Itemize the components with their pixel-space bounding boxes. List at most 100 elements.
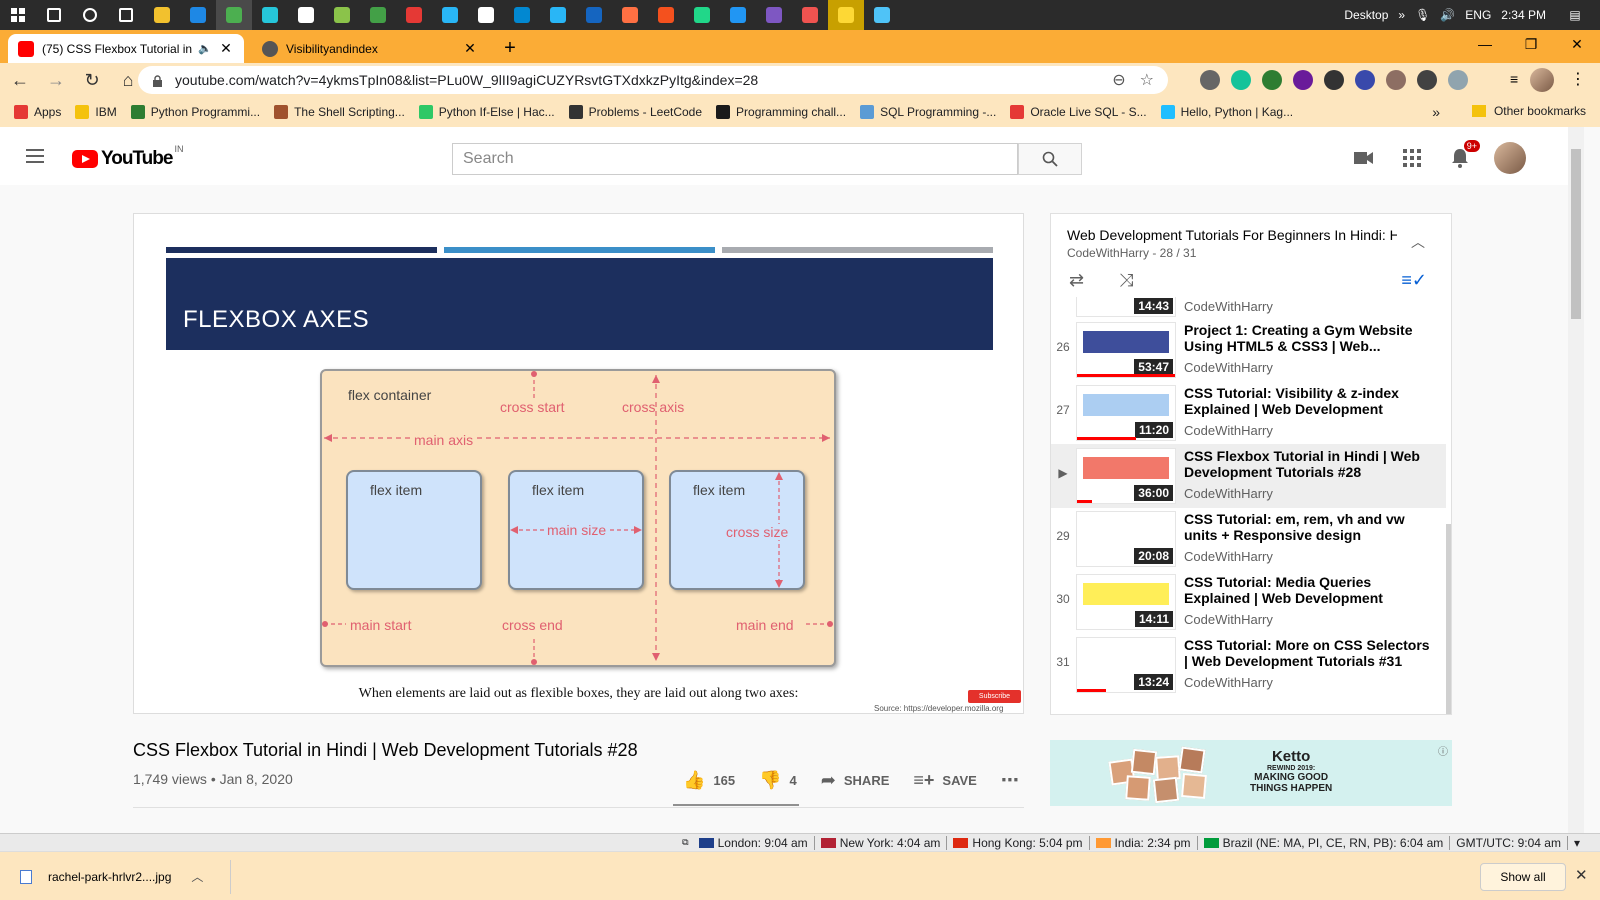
bookmark-item[interactable]: Problems - LeetCode <box>568 105 702 119</box>
chevron-up-icon[interactable]: ︿ <box>191 868 203 885</box>
volume-icon[interactable]: 🔊 <box>1440 8 1455 22</box>
youtube-logo[interactable]: YouTube IN <box>72 144 183 170</box>
video-player[interactable]: FLEXBOX AXES flex container cross start … <box>133 213 1024 714</box>
app-icon[interactable] <box>540 0 576 30</box>
task-view-icon[interactable] <box>108 0 144 30</box>
app-icon[interactable] <box>468 0 504 30</box>
file-explorer-icon[interactable] <box>144 0 180 30</box>
bookmark-item[interactable]: Programming chall... <box>716 105 846 119</box>
playlist-video-title[interactable]: CSS Tutorial: Visibility & z-index Expla… <box>1184 385 1430 417</box>
search-icon[interactable] <box>36 0 72 30</box>
share-button[interactable]: ➦ SHARE <box>821 770 890 791</box>
channel-name[interactable]: CodeWithHarry <box>1184 486 1273 501</box>
incognito-icon[interactable]: ⊖ <box>1112 70 1125 90</box>
channel-name[interactable]: CodeWithHarry <box>1184 612 1273 627</box>
grip-icon[interactable]: ⧉ <box>682 837 688 848</box>
profile-avatar[interactable] <box>1530 68 1554 92</box>
channel-name[interactable]: CodeWithHarry <box>1184 423 1273 438</box>
bookmark-item[interactable]: The Shell Scripting... <box>274 105 405 119</box>
firefox-icon[interactable] <box>612 0 648 30</box>
apps-grid-icon[interactable] <box>1400 146 1424 170</box>
playlist-video-title[interactable]: Project 1: Creating a Gym Website Using … <box>1184 322 1430 354</box>
lock-icon[interactable] <box>152 74 163 87</box>
tab-visibility[interactable]: Visibilityandindex ✕ <box>252 34 488 63</box>
chevron-up-icon[interactable]: ︿ <box>1411 232 1425 252</box>
playlist-title[interactable]: Web Development Tutorials For Beginners … <box>1067 227 1397 243</box>
advertisement[interactable]: Ketto REWIND 2019: MAKING GOOD THINGS HA… <box>1050 740 1452 806</box>
ad-info-icon[interactable]: ⓘ <box>1438 743 1448 758</box>
desktop-label[interactable]: Desktop <box>1344 8 1388 22</box>
sticky-notes-icon[interactable] <box>828 0 864 30</box>
scrollbar-thumb[interactable] <box>1571 149 1581 319</box>
tab-youtube[interactable]: (75) CSS Flexbox Tutorial in Hindi | Web… <box>8 34 244 63</box>
channel-name[interactable]: CodeWithHarry <box>1184 360 1273 375</box>
search-input[interactable]: Search <box>452 143 1018 175</box>
bookmark-item[interactable]: Apps <box>14 105 61 119</box>
channel-name[interactable]: CodeWithHarry <box>1184 675 1273 690</box>
loop-icon[interactable]: ⇄ <box>1069 270 1084 291</box>
chevron-icon[interactable]: » <box>1398 8 1405 22</box>
forward-icon[interactable]: → <box>40 64 72 96</box>
media-control-icon[interactable]: ≡ <box>1510 71 1518 87</box>
pycharm-icon[interactable] <box>684 0 720 30</box>
playlist-item-current[interactable]: ▶ 36:00 CSS Flexbox Tutorial in Hindi | We… <box>1051 444 1446 508</box>
app-icon[interactable] <box>864 0 900 30</box>
world-clock-item[interactable]: GMT/UTC: 9:04 am <box>1450 835 1568 850</box>
microphone-icon[interactable]: 🎙 <box>1415 8 1430 22</box>
more-bookmarks-icon[interactable]: » <box>1432 104 1440 120</box>
search-button[interactable] <box>1018 143 1082 175</box>
create-video-icon[interactable] <box>1352 146 1376 170</box>
cortana-icon[interactable] <box>72 0 108 30</box>
playlist-video-title[interactable]: CSS Tutorial: em, rem, vh and vw units +… <box>1184 511 1430 543</box>
address-bar[interactable]: youtube.com/watch?v=4ykmsTpIn08&list=PLu… <box>138 66 1168 94</box>
notes-icon[interactable] <box>324 0 360 30</box>
world-clock-item[interactable]: London: 9:04 am <box>693 835 815 850</box>
world-clock-item[interactable]: Hong Kong: 5:04 pm <box>947 835 1090 850</box>
bookmark-item[interactable]: Oracle Live SQL - S... <box>1010 105 1147 119</box>
other-bookmarks[interactable]: Other bookmarks <box>1471 104 1586 118</box>
clock[interactable]: 2:34 PM <box>1501 8 1546 22</box>
skype-icon[interactable] <box>432 0 468 30</box>
office-icon[interactable] <box>396 0 432 30</box>
back-icon[interactable]: ← <box>4 64 36 96</box>
download-icon[interactable] <box>1417 70 1437 90</box>
playlist-item[interactable]: 30 14:11 CSS Tutorial: Media Queries Expla… <box>1051 570 1446 634</box>
dislike-button[interactable]: 👎 4 <box>759 770 797 791</box>
menu-icon[interactable]: ⋮ <box>1570 69 1586 89</box>
playlist-item[interactable]: 27 11:20 CSS Tutorial: Visibility & z-inde… <box>1051 381 1446 445</box>
bookmark-star-icon[interactable]: ☆ <box>1140 70 1154 90</box>
dropdown-icon[interactable]: ▾ <box>1574 836 1580 850</box>
ext-icon[interactable] <box>1262 70 1282 90</box>
more-actions-icon[interactable]: ⋯ <box>1001 770 1019 791</box>
ext-icon[interactable] <box>1324 70 1344 90</box>
close-icon[interactable]: ✕ <box>1575 866 1588 884</box>
git-icon[interactable] <box>648 0 684 30</box>
subscribe-watermark[interactable]: Subscribe <box>968 690 1021 703</box>
playlist-item[interactable]: 31 13:24 CSS Tutorial: More on CSS Selecto… <box>1051 633 1446 697</box>
bookmark-item[interactable]: IBM <box>75 105 117 119</box>
close-tab-icon[interactable]: ✕ <box>218 40 234 57</box>
grammarly-icon[interactable] <box>1231 70 1251 90</box>
url-text[interactable]: youtube.com/watch?v=4ykmsTpIn08&list=PLu… <box>175 72 1112 88</box>
playlist-video-title[interactable]: CSS Tutorial: Media Queries Explained | … <box>1184 574 1430 606</box>
shuffle-icon[interactable]: ⤨ <box>1119 270 1133 291</box>
app-icon[interactable] <box>504 0 540 30</box>
store-icon[interactable] <box>288 0 324 30</box>
ext-icon[interactable] <box>1355 70 1375 90</box>
playlist-scrollbar[interactable] <box>1446 524 1451 714</box>
ext-icon[interactable] <box>1386 70 1406 90</box>
save-playlist-icon[interactable]: ≡✓ <box>1401 270 1427 291</box>
start-button[interactable] <box>0 0 36 30</box>
playlist-video-title[interactable]: CSS Flexbox Tutorial in Hindi | Web Deve… <box>1184 448 1430 480</box>
download-item[interactable]: rachel-park-hrlvr2....jpg ︿ <box>20 868 203 885</box>
hamburger-menu-icon[interactable] <box>26 149 44 167</box>
playlist-item[interactable]: 29 20:08 CSS Tutorial: em, rem, vh and vw … <box>1051 507 1446 571</box>
reload-icon[interactable]: ↻ <box>76 64 108 96</box>
minimize-icon[interactable]: — <box>1462 30 1508 60</box>
ext-icon[interactable] <box>1293 70 1313 90</box>
bookmark-item[interactable]: Python Programmi... <box>130 105 260 119</box>
vscode-icon[interactable] <box>720 0 756 30</box>
world-clock-item[interactable]: India: 2:34 pm <box>1090 835 1198 850</box>
playlist-item[interactable]: 26 53:47 Project 1: Creating a Gym Website… <box>1051 318 1446 382</box>
new-tab-icon[interactable]: + <box>498 37 522 60</box>
